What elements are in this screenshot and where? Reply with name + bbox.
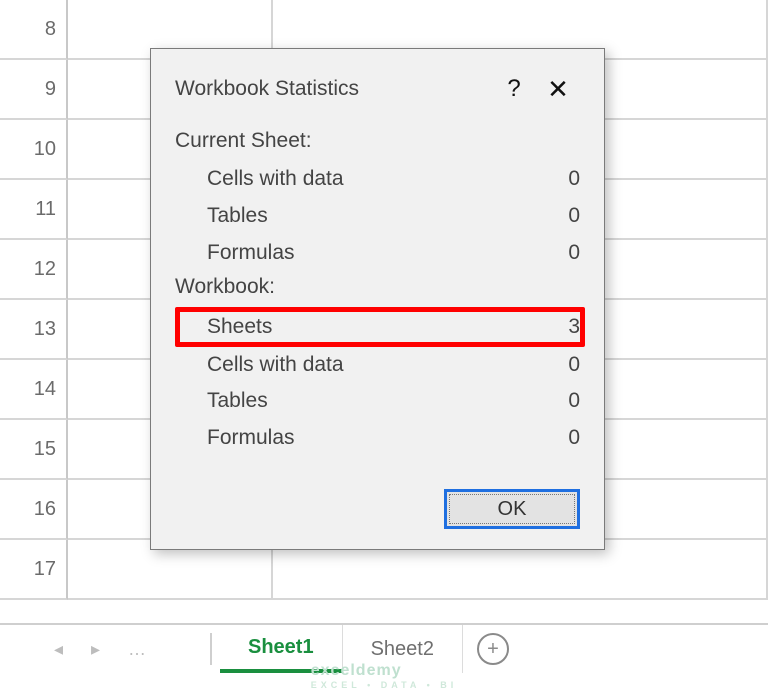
close-button[interactable]: ✕ xyxy=(536,74,580,105)
nav-ellipsis-icon[interactable]: … xyxy=(128,639,146,660)
row-headers: 8 9 10 11 12 13 14 15 16 17 xyxy=(0,0,68,693)
new-sheet-button[interactable]: + xyxy=(463,625,523,673)
ok-button[interactable]: OK xyxy=(444,489,580,529)
stat-value: 0 xyxy=(568,235,580,272)
stat-cells-with-data-sheet: Cells with data 0 xyxy=(175,161,580,198)
stat-value: 3 xyxy=(568,312,580,341)
tab-separator xyxy=(200,625,220,673)
stat-formulas-sheet: Formulas 0 xyxy=(175,235,580,272)
stat-value: 0 xyxy=(568,161,580,198)
nav-prev-icon[interactable]: ◂ xyxy=(54,639,63,660)
plus-icon: + xyxy=(477,633,509,665)
row-header[interactable]: 10 xyxy=(0,120,68,180)
watermark-tagline: EXCEL • DATA • BI xyxy=(311,680,457,690)
row-header[interactable]: 8 xyxy=(0,0,68,60)
stat-value: 0 xyxy=(568,198,580,235)
help-button[interactable]: ? xyxy=(492,75,536,103)
dialog-title: Workbook Statistics xyxy=(175,77,492,101)
stat-value: 0 xyxy=(568,383,580,420)
row-header[interactable]: 16 xyxy=(0,480,68,540)
stat-label: Formulas xyxy=(207,420,295,457)
stat-label: Cells with data xyxy=(207,161,344,198)
stat-value: 0 xyxy=(568,347,580,384)
dialog-footer: OK xyxy=(444,489,580,529)
nav-next-icon[interactable]: ▸ xyxy=(91,639,100,660)
workbook-heading: Workbook: xyxy=(175,275,580,299)
workbook-statistics-dialog: Workbook Statistics ? ✕ Current Sheet: C… xyxy=(150,48,605,550)
row-header[interactable]: 14 xyxy=(0,360,68,420)
stat-cells-with-data-workbook: Cells with data 0 xyxy=(175,347,580,384)
row-header[interactable]: 9 xyxy=(0,60,68,120)
row-header[interactable]: 11 xyxy=(0,180,68,240)
stat-label: Tables xyxy=(207,198,268,235)
stat-label: Cells with data xyxy=(207,347,344,384)
row-header[interactable]: 13 xyxy=(0,300,68,360)
watermark-brand: exceldemy xyxy=(311,662,402,679)
row-header[interactable]: 17 xyxy=(0,540,68,600)
watermark: exceldemy EXCEL • DATA • BI xyxy=(311,662,457,690)
current-sheet-heading: Current Sheet: xyxy=(175,129,580,153)
row-header[interactable]: 15 xyxy=(0,420,68,480)
stat-label: Tables xyxy=(207,383,268,420)
stat-tables-sheet: Tables 0 xyxy=(175,198,580,235)
stat-value: 0 xyxy=(568,420,580,457)
stat-sheets-workbook: Sheets 3 xyxy=(175,307,585,346)
stat-formulas-workbook: Formulas 0 xyxy=(175,420,580,457)
row-header[interactable]: 12 xyxy=(0,240,68,300)
stat-label: Formulas xyxy=(207,235,295,272)
stat-label: Sheets xyxy=(207,312,272,341)
sheet-nav: ◂ ▸ … xyxy=(0,625,200,673)
stat-tables-workbook: Tables 0 xyxy=(175,383,580,420)
dialog-titlebar: Workbook Statistics ? ✕ xyxy=(175,67,580,111)
